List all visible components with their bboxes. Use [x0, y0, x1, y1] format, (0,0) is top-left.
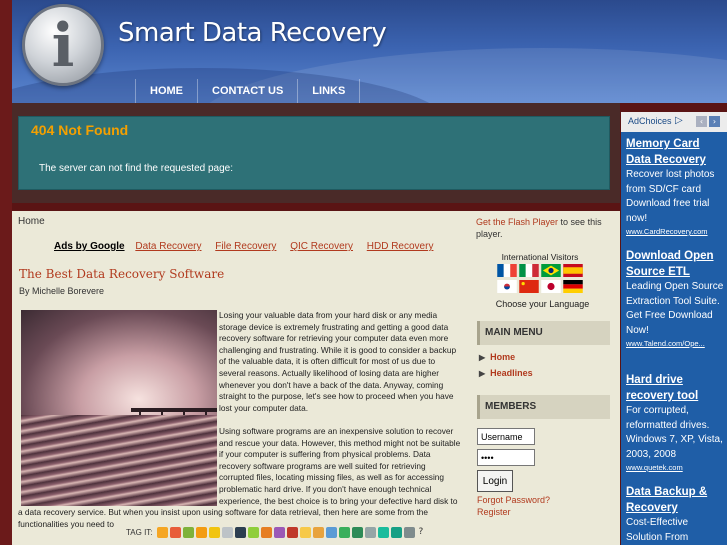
- ad-sidebar: AdChoices ▷ ‹ › Memory Card Data Recover…: [621, 112, 727, 545]
- flag-brazil-icon[interactable]: [541, 264, 561, 277]
- ads-by-google-label[interactable]: Ads by Google: [54, 241, 125, 252]
- bookmark-service-icon[interactable]: [221, 526, 233, 538]
- bookmark-service-icon[interactable]: [247, 526, 259, 538]
- ad-unit: Memory Card Data Recovery Recover lost p…: [626, 136, 726, 237]
- ad-link-qic-recovery[interactable]: QIC Recovery: [290, 241, 353, 252]
- bookmark-service-icon[interactable]: [169, 526, 181, 538]
- error-title: 404 Not Found: [31, 122, 129, 138]
- nav-links[interactable]: LINKS: [297, 79, 361, 103]
- flag-spain-icon[interactable]: [563, 264, 583, 277]
- main-menu-heading: MAIN MENU: [477, 321, 610, 345]
- ad-description: For corrupted, reformatted drives. Windo…: [626, 405, 723, 460]
- main-nav: HOME CONTACT US LINKS: [135, 79, 361, 103]
- ad-description: Leading Open Source Extraction Tool Suit…: [626, 281, 724, 336]
- info-logo-icon[interactable]: i: [22, 4, 104, 86]
- main-column: Home Ads by Google Data Recovery File Re…: [12, 211, 464, 545]
- ad-title[interactable]: Memory Card Data Recovery: [626, 136, 726, 168]
- site-header: i Smart Data Recovery HOME CONTACT US LI…: [12, 0, 727, 103]
- ad-link-file-recovery[interactable]: File Recovery: [215, 241, 276, 252]
- page: i Smart Data Recovery HOME CONTACT US LI…: [0, 0, 727, 545]
- ad-unit: Data Backup & Recovery Cost-Effective So…: [626, 484, 726, 545]
- bookmark-service-icon[interactable]: [195, 526, 207, 538]
- ad-title[interactable]: Download Open Source ETL: [626, 248, 726, 280]
- ad-title[interactable]: Data Backup & Recovery: [626, 484, 726, 516]
- bookmark-service-icon[interactable]: [351, 526, 363, 538]
- menu-item-label: Home: [490, 352, 516, 362]
- flash-notice: Get the Flash Player to see this player.: [476, 216, 611, 240]
- logo-letter: i: [51, 11, 75, 81]
- flag-france-icon[interactable]: [497, 264, 517, 277]
- international-visitors-label: International Visitors: [501, 252, 579, 262]
- site-title[interactable]: Smart Data Recovery: [118, 18, 387, 48]
- bookmark-service-icon[interactable]: [182, 526, 194, 538]
- bookmark-service-icon[interactable]: [286, 526, 298, 538]
- bookmark-service-icon[interactable]: [338, 526, 350, 538]
- bookmark-service-icon[interactable]: [208, 526, 220, 538]
- ad-link-data-recovery[interactable]: Data Recovery: [135, 241, 201, 252]
- login-button[interactable]: Login: [477, 470, 513, 492]
- forgot-password-link[interactable]: Forgot Password?: [477, 495, 550, 505]
- menu-item-headlines[interactable]: ▶ Headlines: [479, 368, 533, 378]
- bookmark-service-icon[interactable]: [325, 526, 337, 538]
- bookmark-icons: [156, 526, 417, 538]
- bookmark-service-icon[interactable]: [299, 526, 311, 538]
- bookmark-service-icon[interactable]: [260, 526, 272, 538]
- bookmark-service-icon[interactable]: [312, 526, 324, 538]
- flash-player-link[interactable]: Get the Flash Player: [476, 217, 558, 227]
- ad-link-hdd-recovery[interactable]: HDD Recovery: [367, 241, 434, 252]
- arrow-right-icon: ▶: [479, 353, 486, 362]
- adchoices-label[interactable]: AdChoices: [628, 116, 672, 126]
- nav-home[interactable]: HOME: [135, 79, 197, 103]
- nav-contact-us[interactable]: CONTACT US: [197, 79, 297, 103]
- bookmark-service-icon[interactable]: [390, 526, 402, 538]
- ad-description: Cost-Effective Solution From: [626, 517, 689, 543]
- bookmark-service-icon[interactable]: [156, 526, 168, 538]
- menu-item-home[interactable]: ▶ Home: [479, 352, 515, 362]
- error-message: The server can not find the requested pa…: [39, 163, 234, 174]
- language-flags: [497, 264, 587, 296]
- bookmark-service-icon[interactable]: [364, 526, 376, 538]
- flag-japan-icon[interactable]: [541, 280, 561, 293]
- bookmark-service-icon[interactable]: [273, 526, 285, 538]
- article-body: Losing your valuable data from your hard…: [18, 310, 461, 542]
- content-area: Home Ads by Google Data Recovery File Re…: [12, 211, 620, 545]
- next-ad-icon[interactable]: ›: [709, 116, 720, 127]
- ad-url[interactable]: www.Talend.com/Ope...: [626, 338, 726, 349]
- bookmark-service-icon[interactable]: [403, 526, 415, 538]
- sidebar: Get the Flash Player to see this player.…: [470, 211, 620, 545]
- article-title[interactable]: The Best Data Recovery Software: [19, 267, 224, 281]
- ad-unit: Download Open Source ETL Leading Open So…: [626, 248, 726, 349]
- tag-it-bar: TAG IT: ?: [126, 524, 423, 540]
- ad-unit: Hard drive recovery tool For corrupted, …: [626, 372, 726, 473]
- error-box: 404 Not Found The server can not find th…: [18, 116, 610, 190]
- bookmark-service-icon[interactable]: [377, 526, 389, 538]
- ad-url[interactable]: www.CardRecovery.com: [626, 226, 726, 237]
- article-byline: By Michelle Borevere: [19, 286, 105, 296]
- photo-spacer: [18, 310, 219, 506]
- section-divider: [12, 203, 620, 211]
- prev-ad-icon[interactable]: ‹: [696, 116, 707, 127]
- breadcrumb[interactable]: Home: [18, 216, 45, 227]
- choose-language-label: Choose your Language: [495, 299, 590, 309]
- flag-china-icon[interactable]: [519, 280, 539, 293]
- adchoices-icon[interactable]: ▷: [675, 115, 683, 126]
- flag-germany-icon[interactable]: [563, 280, 583, 293]
- flag-italy-icon[interactable]: [519, 264, 539, 277]
- tag-help-icon[interactable]: ?: [419, 527, 424, 537]
- menu-item-label: Headlines: [490, 368, 533, 378]
- adchoices-bar: AdChoices ▷ ‹ ›: [621, 112, 727, 132]
- tag-it-label: TAG IT:: [126, 527, 153, 537]
- arrow-right-icon: ▶: [479, 369, 486, 378]
- ad-url[interactable]: www.quetek.com: [626, 462, 726, 473]
- register-link[interactable]: Register: [477, 507, 511, 517]
- ad-links-bar: Ads by Google Data Recovery File Recover…: [54, 241, 444, 252]
- username-field[interactable]: [477, 428, 535, 445]
- bookmark-service-icon[interactable]: [234, 526, 246, 538]
- members-heading: MEMBERS: [477, 395, 610, 419]
- flag-korea-icon[interactable]: [497, 280, 517, 293]
- password-field[interactable]: [477, 449, 535, 466]
- left-edge-strip: [0, 0, 12, 545]
- ad-description: Recover lost photos from SD/CF card Down…: [626, 169, 715, 224]
- ad-title[interactable]: Hard drive recovery tool: [626, 372, 726, 404]
